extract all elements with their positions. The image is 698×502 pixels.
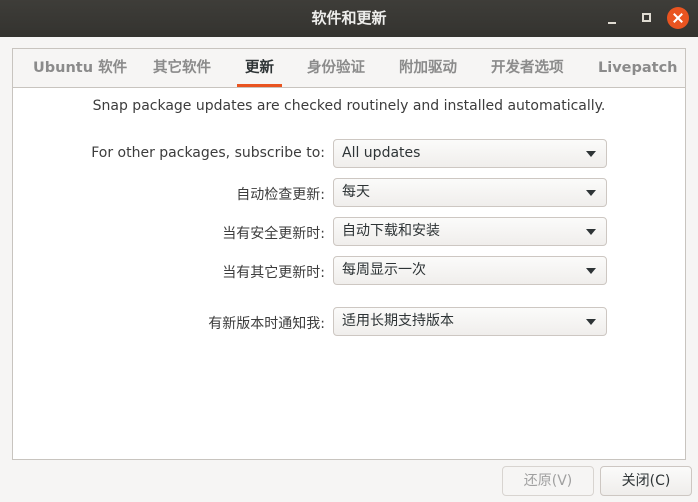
- security-updates-label: 当有安全更新时:: [222, 226, 325, 242]
- security-updates-value: 自动下载和安装: [342, 223, 440, 239]
- subscribe-label: For other packages, subscribe to:: [91, 145, 325, 161]
- tab-bar: Ubuntu 软件 其它软件 更新 身份验证 附加驱动 开发者选项 Livepa…: [13, 49, 685, 88]
- close-icon[interactable]: [667, 7, 689, 29]
- auto-check-label: 自动检查更新:: [236, 187, 325, 203]
- subscribe-value: All updates: [342, 145, 421, 161]
- title-bar: 软件和更新: [0, 0, 698, 37]
- notify-version-label: 有新版本时通知我:: [208, 316, 325, 332]
- auto-check-value: 每天: [342, 184, 370, 200]
- notify-version-dropdown[interactable]: 适用长期支持版本: [333, 307, 607, 336]
- revert-button[interactable]: 还原(V): [502, 466, 594, 496]
- auto-check-dropdown[interactable]: 每天: [333, 178, 607, 207]
- subscribe-dropdown[interactable]: All updates: [333, 139, 607, 168]
- tab-other-software[interactable]: 其它软件: [153, 49, 211, 87]
- settings-notebook: Ubuntu 软件 其它软件 更新 身份验证 附加驱动 开发者选项 Livepa…: [12, 48, 686, 460]
- chevron-down-icon: [586, 190, 596, 196]
- tab-additional-drivers[interactable]: 附加驱动: [399, 49, 457, 87]
- tab-authentication[interactable]: 身份验证: [307, 49, 365, 87]
- tab-updates[interactable]: 更新: [237, 49, 282, 87]
- tab-developer-options[interactable]: 开发者选项: [491, 49, 564, 87]
- tab-ubuntu-software[interactable]: Ubuntu 软件: [33, 49, 127, 87]
- maximize-icon[interactable]: [637, 8, 657, 28]
- window-title: 软件和更新: [311, 9, 387, 27]
- chevron-down-icon: [586, 151, 596, 157]
- minimize-icon[interactable]: [603, 8, 623, 28]
- other-updates-label: 当有其它更新时:: [222, 265, 325, 281]
- updates-panel: Snap package updates are checked routine…: [13, 88, 685, 459]
- tab-livepatch[interactable]: Livepatch: [598, 49, 678, 87]
- security-updates-dropdown[interactable]: 自动下载和安装: [333, 217, 607, 246]
- other-updates-value: 每周显示一次: [342, 262, 426, 278]
- snap-info-text: Snap package updates are checked routine…: [92, 98, 606, 114]
- chevron-down-icon: [586, 229, 596, 235]
- close-button[interactable]: 关闭(C): [600, 466, 692, 496]
- notify-version-value: 适用长期支持版本: [342, 313, 454, 329]
- chevron-down-icon: [586, 268, 596, 274]
- chevron-down-icon: [586, 319, 596, 325]
- other-updates-dropdown[interactable]: 每周显示一次: [333, 256, 607, 285]
